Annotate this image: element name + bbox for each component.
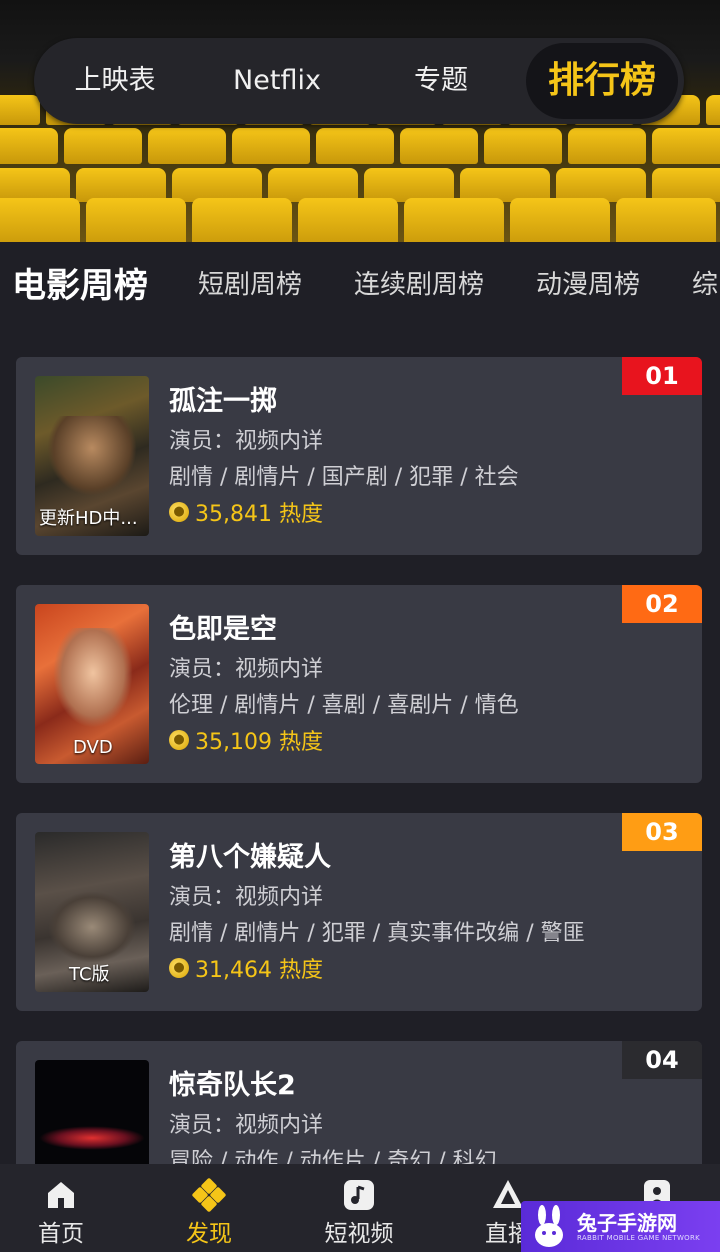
category-bar: 电影周榜 短剧周榜 连续剧周榜 动漫周榜 综	[0, 242, 720, 330]
heat-score: ● 35,109 热度	[169, 724, 323, 756]
rank-badge: 01	[622, 357, 702, 395]
poster-logo-art	[39, 1126, 145, 1150]
rank-badge: 04	[622, 1041, 702, 1079]
movie-actor: 演员：视频内详	[169, 885, 324, 910]
category-series-weekly[interactable]: 连续剧周榜	[354, 264, 484, 301]
tab-topics[interactable]: 专题	[388, 38, 494, 124]
movie-actor: 演员：视频内详	[169, 1113, 324, 1138]
movie-actor: 演员：视频内详	[169, 657, 324, 682]
live-icon	[493, 1180, 523, 1208]
category-movie-weekly[interactable]: 电影周榜	[12, 258, 148, 307]
watermark-subtext: RABBIT MOBILE GAME NETWORK	[577, 1234, 701, 1242]
nav-home[interactable]: 首页	[11, 1164, 111, 1252]
movie-title: 色即是空	[169, 614, 277, 645]
tab-rankings[interactable]: 排行榜	[526, 43, 678, 119]
heat-value: 35,109 热度	[195, 730, 323, 755]
movie-card[interactable]: 更新HD中... 01 孤注一掷 演员：视频内详 剧情 / 剧情片 / 国产剧 …	[16, 357, 702, 555]
nav-short-video[interactable]: 短视频	[309, 1164, 409, 1252]
movie-card[interactable]: DVD 02 色即是空 演员：视频内详 伦理 / 剧情片 / 喜剧 / 喜剧片 …	[16, 585, 702, 783]
seat-row	[0, 198, 720, 242]
poster-tag: DVD	[73, 737, 113, 758]
top-banner: 上映表 Netflix 专题 排行榜	[0, 0, 720, 242]
coin-icon: ●	[169, 958, 189, 978]
nav-label: 短视频	[324, 1221, 394, 1247]
rank-badge: 02	[622, 585, 702, 623]
category-variety-weekly[interactable]: 综	[692, 264, 718, 301]
poster-tag: TC版	[69, 964, 110, 985]
seat-row	[0, 128, 720, 164]
seat-row	[0, 168, 720, 202]
coin-icon: ●	[169, 730, 189, 750]
heat-value: 35,841 热度	[195, 502, 323, 527]
movie-poster[interactable]: DVD	[35, 604, 149, 764]
watermark-text: 兔子手游网	[577, 1211, 677, 1235]
nav-discover[interactable]: 发现	[159, 1164, 259, 1252]
nav-label: 发现	[186, 1221, 232, 1247]
heat-score: ● 35,841 热度	[169, 496, 323, 528]
short-video-icon	[344, 1180, 374, 1210]
heat-value: 31,464 热度	[195, 958, 323, 983]
movie-genres: 剧情 / 剧情片 / 犯罪 / 真实事件改编 / 警匪	[169, 921, 585, 946]
coin-icon: ●	[169, 502, 189, 522]
home-icon	[48, 1182, 74, 1208]
movie-card[interactable]: TC版 03 第八个嫌疑人 演员：视频内详 剧情 / 剧情片 / 犯罪 / 真实…	[16, 813, 702, 1011]
discover-icon	[192, 1178, 226, 1212]
movie-poster[interactable]: TC版	[35, 832, 149, 992]
movie-title: 惊奇队长2	[169, 1070, 296, 1101]
site-watermark: 兔子手游网 RABBIT MOBILE GAME NETWORK	[521, 1201, 720, 1252]
top-tab-bar: 上映表 Netflix 专题 排行榜	[34, 38, 684, 124]
poster-figures	[47, 416, 137, 496]
movie-title: 第八个嫌疑人	[169, 842, 331, 873]
poster-figures	[53, 628, 133, 728]
movie-poster[interactable]: 更新HD中...	[35, 376, 149, 536]
movie-title: 孤注一掷	[169, 386, 277, 417]
poster-tag: 更新HD中...	[39, 508, 138, 529]
tab-schedule[interactable]: 上映表	[54, 38, 176, 124]
rabbit-logo-icon	[535, 1205, 563, 1247]
movie-actor: 演员：视频内详	[169, 429, 324, 454]
heat-score: ● 31,464 热度	[169, 952, 323, 984]
rank-badge: 03	[622, 813, 702, 851]
movie-genres: 伦理 / 剧情片 / 喜剧 / 喜剧片 / 情色	[169, 693, 519, 718]
movie-genres: 剧情 / 剧情片 / 国产剧 / 犯罪 / 社会	[169, 465, 519, 490]
tab-netflix[interactable]: Netflix	[214, 38, 340, 124]
poster-title-art	[37, 840, 147, 862]
nav-label: 首页	[38, 1221, 84, 1247]
poster-figures	[49, 892, 135, 962]
category-short-drama-weekly[interactable]: 短剧周榜	[198, 264, 302, 301]
category-anime-weekly[interactable]: 动漫周榜	[536, 264, 640, 301]
poster-title-art	[43, 382, 141, 404]
